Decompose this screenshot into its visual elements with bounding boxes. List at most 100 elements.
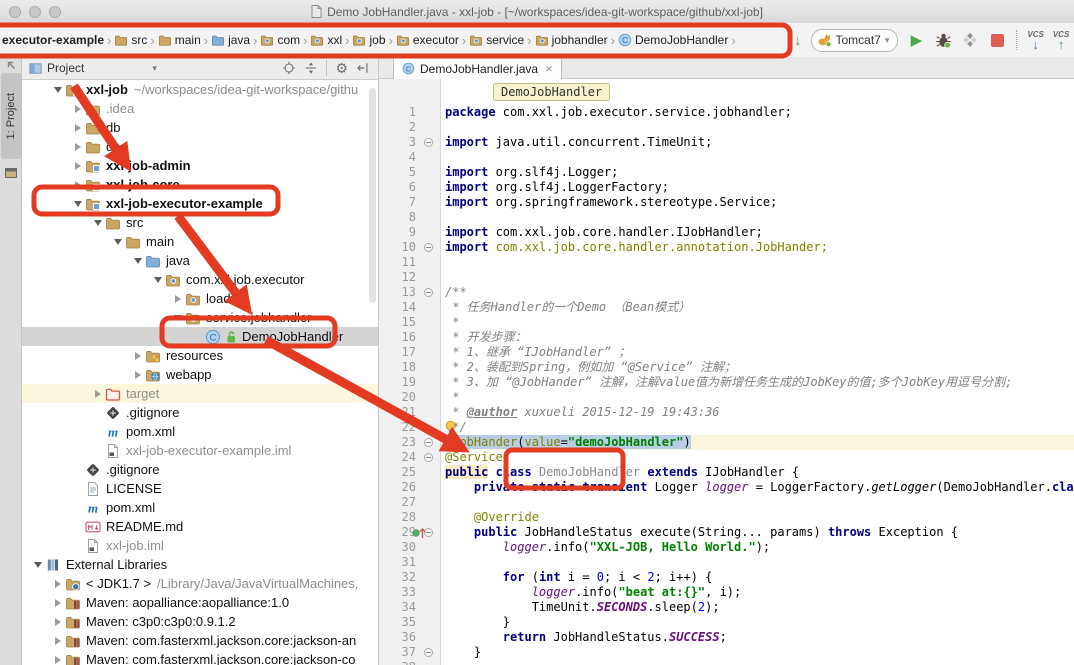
tree-item-README.md[interactable]: README.md (22, 517, 378, 536)
code-line-4[interactable] (441, 150, 1074, 165)
tree-item-java[interactable]: java (22, 251, 378, 270)
code-line-35[interactable]: } (441, 615, 1074, 630)
fold-icon[interactable] (424, 243, 433, 252)
breadcrumb-item-java[interactable]: java (211, 33, 250, 47)
code-line-21[interactable]: * @author xuxueli 2015-12-19 19:43:36 (441, 405, 1074, 420)
code-line-20[interactable]: * (441, 390, 1074, 405)
tree-item-Maven-c3p0-c3p0-0.9.1.2[interactable]: Maven: c3p0:c3p0:0.9.1.2 (22, 612, 378, 631)
code-line-14[interactable]: * 任务Handler的一个Demo （Bean模式） (441, 300, 1074, 315)
code-line-28[interactable]: @Override (441, 510, 1074, 525)
expand-arrow-icon[interactable] (130, 371, 145, 379)
code-line-3[interactable]: import java.util.concurrent.TimeUnit; (441, 135, 1074, 150)
code-line-22[interactable]: */ (441, 420, 1074, 435)
code-line-12[interactable] (441, 270, 1074, 285)
code-line-15[interactable]: * (441, 315, 1074, 330)
code-line-10[interactable]: import com.xxl.job.core.handler.annotati… (441, 240, 1074, 255)
project-tool-window-tab[interactable]: 1: Project (1, 73, 21, 159)
coverage-button[interactable] (961, 31, 979, 49)
collapse-arrow-icon[interactable] (110, 239, 125, 245)
code-line-13[interactable]: /** (441, 285, 1074, 300)
code-line-11[interactable] (441, 255, 1074, 270)
tree-scrollbar[interactable] (369, 88, 376, 303)
override-method-icon[interactable] (411, 525, 427, 540)
expand-arrow-icon[interactable] (90, 390, 105, 398)
tree-item-xxl-job-core[interactable]: xxl-job-core (22, 175, 378, 194)
collapse-arrow-icon[interactable] (150, 277, 165, 283)
fold-icon[interactable] (424, 453, 433, 462)
tree-item-xxl-job[interactable]: xxl-job ~/workspaces/idea-git-workspace/… (22, 80, 378, 99)
vcs-commit-button[interactable]: VCS ↑ (1053, 31, 1069, 50)
expand-arrow-icon[interactable] (70, 124, 85, 132)
panel-dropdown-icon[interactable]: ▾ (152, 63, 157, 74)
code-line-5[interactable]: import org.slf4j.Logger; (441, 165, 1074, 180)
tree-item-Maven-com.fasterxml.jackson.core-jackson-an[interactable]: Maven: com.fasterxml.jackson.core:jackso… (22, 631, 378, 650)
code-line-38[interactable] (441, 660, 1074, 665)
code-line-33[interactable]: logger.info("beat at:{}", i); (441, 585, 1074, 600)
expand-arrow-icon[interactable] (130, 352, 145, 360)
expand-arrow-icon[interactable] (70, 143, 85, 151)
code-area[interactable]: DemoJobHandler package com.xxl.job.execu… (441, 79, 1074, 665)
collapse-arrow-icon[interactable] (90, 220, 105, 226)
tree-item-target[interactable]: target (22, 384, 378, 403)
fold-icon[interactable] (424, 288, 433, 297)
gear-icon[interactable]: ⚙ (335, 61, 348, 75)
code-line-2[interactable] (441, 120, 1074, 135)
expand-arrow-icon[interactable] (50, 656, 65, 664)
breadcrumb-item-xxl[interactable]: xxl (310, 33, 342, 47)
expand-arrow-icon[interactable] (50, 637, 65, 645)
tree-item-.idea[interactable]: .idea (22, 99, 378, 118)
tree-item-External-Libraries[interactable]: External Libraries (22, 555, 378, 574)
code-line-37[interactable]: } (441, 645, 1074, 660)
tree-item-xxl-job-admin[interactable]: xxl-job-admin (22, 156, 378, 175)
tree-item-xxl-job-executor-example[interactable]: xxl-job-executor-example (22, 194, 378, 213)
breadcrumb-item-src[interactable]: src (114, 33, 147, 47)
expand-arrow-icon[interactable] (70, 105, 85, 113)
tree-item-pom.xml[interactable]: mpom.xml (22, 422, 378, 441)
tree-item-resources[interactable]: resources (22, 346, 378, 365)
code-line-30[interactable]: logger.info("XXL-JOB, Hello World."); (441, 540, 1074, 555)
tree-item-src[interactable]: src (22, 213, 378, 232)
collapse-arrow-icon[interactable] (70, 201, 85, 207)
tree-item-.gitignore[interactable]: .gitignore (22, 403, 378, 422)
breadcrumb-item-main[interactable]: main (158, 33, 201, 47)
code-line-7[interactable]: import org.springframework.stereotype.Se… (441, 195, 1074, 210)
collapse-arrow-icon[interactable] (50, 87, 65, 93)
breadcrumb-item-job[interactable]: job (352, 33, 385, 47)
code-line-17[interactable]: * 1、继承 “IJobHandler” ； (441, 345, 1074, 360)
code-line-19[interactable]: * 3、加 “@JobHander” 注解，注解value值为新增任务生成的Jo… (441, 375, 1074, 390)
expand-arrow-icon[interactable] (70, 181, 85, 189)
locate-icon[interactable] (282, 61, 296, 75)
code-line-6[interactable]: import org.slf4j.LoggerFactory; (441, 180, 1074, 195)
tree-item-doc[interactable]: doc (22, 137, 378, 156)
breadcrumb-item-service[interactable]: service (469, 33, 524, 47)
expand-arrow-icon[interactable] (70, 162, 85, 170)
code-line-18[interactable]: * 2、装配到Spring，例如加 “@Service” 注解； (441, 360, 1074, 375)
tree-item-xxl-job-executor-example.iml[interactable]: xxl-job-executor-example.iml (22, 441, 378, 460)
code-line-27[interactable] (441, 495, 1074, 510)
tree-item-db[interactable]: db (22, 118, 378, 137)
tree-item-pom.xml[interactable]: mpom.xml (22, 498, 378, 517)
breadcrumb-item-executor[interactable]: executor (396, 33, 459, 47)
editor-tab[interactable]: C DemoJobHandler.java × (393, 57, 562, 79)
tree-item-com.xxl.job.executor[interactable]: com.xxl.job.executor (22, 270, 378, 289)
code-line-24[interactable]: @Service (441, 450, 1074, 465)
expand-arrow-icon[interactable] (50, 580, 65, 588)
code-line-8[interactable] (441, 210, 1074, 225)
fold-icon[interactable] (424, 438, 433, 447)
code-line-36[interactable]: return JobHandleStatus.SUCCESS; (441, 630, 1074, 645)
tree-item-Maven-aopalliance-aopalliance-1.0[interactable]: Maven: aopalliance:aopalliance:1.0 (22, 593, 378, 612)
debug-button[interactable] (934, 31, 952, 49)
breadcrumb-item-executor-example[interactable]: executor-example (2, 33, 104, 47)
stop-button[interactable] (988, 31, 1006, 49)
expand-arrow-icon[interactable] (50, 599, 65, 607)
tree-item-Maven-com.fasterxml.jackson.core-jackson-co[interactable]: Maven: com.fasterxml.jackson.core:jackso… (22, 650, 378, 665)
tree-item-LICENSE[interactable]: LICENSE (22, 479, 378, 498)
code-line-16[interactable]: * 开发步骤： (441, 330, 1074, 345)
tree-item-loader[interactable]: loader (22, 289, 378, 308)
vcs-update-button[interactable]: VCS ↓ (1027, 31, 1043, 50)
fold-icon[interactable] (424, 138, 433, 147)
code-line-26[interactable]: private static transient Logger logger =… (441, 480, 1074, 495)
code-line-23[interactable]: @JobHander(value="demoJobHandler") (441, 435, 1074, 450)
fold-icon[interactable] (424, 648, 433, 657)
collapse-all-icon[interactable] (356, 61, 370, 75)
